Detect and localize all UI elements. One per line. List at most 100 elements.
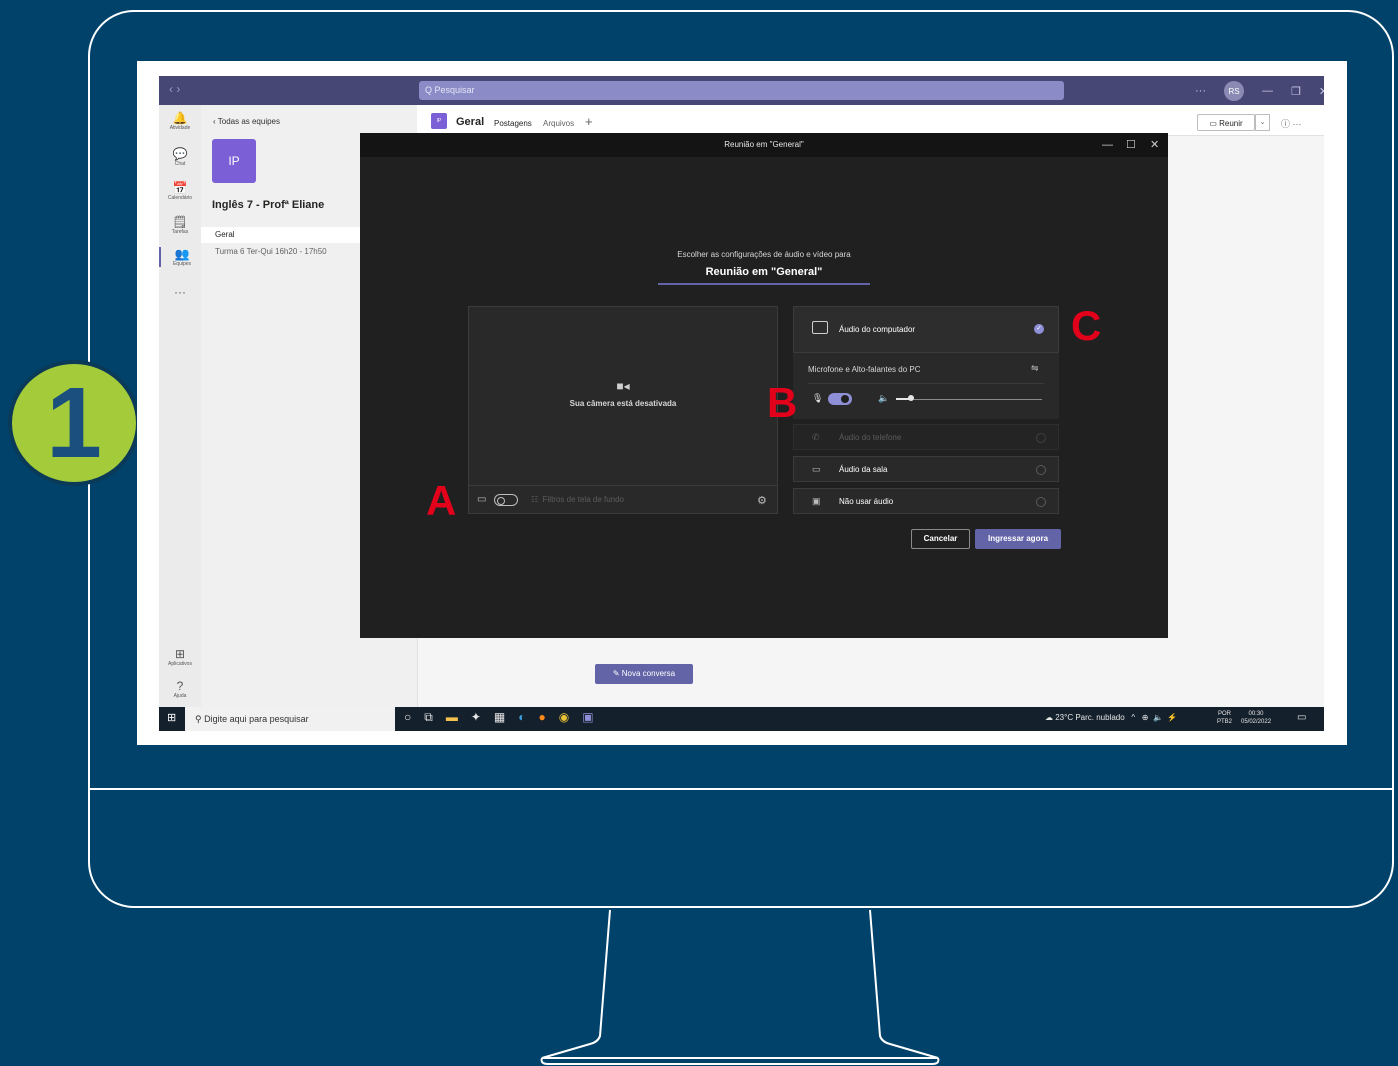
rail-item-equipes[interactable]: 👥 Equipes (159, 247, 203, 267)
teams-icon: 👥 (174, 247, 190, 261)
avatar[interactable]: RS (1224, 81, 1244, 101)
minimize-icon[interactable]: — (1262, 85, 1273, 97)
marker-b: B (767, 379, 798, 426)
meet-dropdown-button[interactable]: ⌄ (1255, 114, 1270, 131)
audio-device-label[interactable]: Microfone e Alto-falantes do PC (808, 365, 921, 374)
teams-taskbar-icon[interactable]: ▣ (582, 710, 593, 725)
chat-icon: 💬 (172, 147, 188, 161)
rail-item-ajuda[interactable]: ? Ajuda (159, 679, 201, 699)
weather-text[interactable]: 23°C Parc. nublado (1055, 713, 1124, 722)
nav-arrows[interactable]: ‹ › (169, 82, 180, 96)
app-rail: 🔔 Atividade 💬 Chat 📅 Calendário 🗒 Tarefas 👥 E… (159, 105, 201, 707)
camera-toggle-knob (497, 497, 505, 505)
radio-phone (1036, 433, 1046, 443)
new-conversation-button[interactable]: ✎ Nova conversa (595, 664, 693, 684)
chrome-icon[interactable]: ◉ (559, 710, 569, 725)
marker-c: C (1071, 302, 1102, 349)
close-icon[interactable]: ✕ (1319, 85, 1324, 98)
dialog-restore-icon[interactable]: ☐ (1126, 133, 1136, 157)
add-tab-button[interactable]: + (585, 114, 593, 129)
step-badge: 1 (8, 360, 140, 486)
no-audio-icon: ▣ (812, 496, 821, 506)
meet-button[interactable]: ▭ Reunir (1197, 114, 1255, 131)
volume-slider-handle[interactable] (908, 395, 914, 401)
edge-icon[interactable]: ◐ (518, 710, 525, 725)
audio-option-room[interactable]: ▭ Áudio da sala (793, 456, 1059, 482)
monitor-stand (540, 909, 940, 1065)
microphone-icon: 🎙 (812, 393, 824, 403)
channel-header: IP Geral Postagens Arquivos + ▭ Reunir ⌄… (417, 105, 1324, 136)
bell-icon: 🔔 (172, 111, 188, 125)
firefox-icon[interactable]: ● (538, 710, 545, 725)
gear-icon[interactable]: ⚙ (757, 494, 767, 507)
tab-postagens[interactable]: Postagens (494, 119, 532, 128)
join-now-button[interactable]: Ingressar agora (975, 529, 1061, 549)
audio-option-computer[interactable]: Áudio do computador ✓ (793, 306, 1059, 353)
window-controls: ··· RS — ❐ ✕ (1195, 81, 1324, 101)
rail-item-chat[interactable]: 💬 Chat (159, 147, 201, 167)
dialog-close-icon[interactable]: ✕ (1150, 133, 1159, 157)
more-icon: ··· (174, 285, 186, 299)
rail-item-atividade[interactable]: 🔔 Atividade (159, 111, 201, 131)
app-icon[interactable]: ✦ (471, 710, 481, 725)
camera-toggle[interactable] (494, 494, 518, 506)
rail-item-calendario[interactable]: 📅 Calendário (159, 181, 201, 201)
dialog-minimize-icon[interactable]: — (1102, 133, 1113, 157)
no-audio-label: Não usar áudio (839, 497, 894, 506)
channel-title: Geral (456, 116, 485, 128)
tasks-icon: 🗒 (172, 215, 188, 229)
team-avatar: IP (212, 139, 256, 183)
rail-item-aplicativos[interactable]: ⊞ Aplicativos (159, 647, 201, 667)
windows-start-icon[interactable]: ⊞ (167, 711, 176, 724)
info-more-icons[interactable]: ⓘ ··· (1281, 117, 1302, 130)
audio-device-settings: Microfone e Alto-falantes do PC ⇋ 🎙 🔈 (793, 353, 1059, 419)
volume-slider[interactable] (896, 399, 1042, 400)
computer-audio-icon (812, 321, 828, 334)
radio-none (1036, 497, 1046, 507)
help-icon: ? (176, 679, 184, 693)
taskbar-apps: ○ ⧉ ▬ ✦ ▦ ◐ ● ◉ ▣ (404, 710, 594, 725)
calendar-icon: 📅 (172, 181, 188, 195)
more-icon[interactable]: ··· (1195, 85, 1206, 97)
device-settings-icon[interactable]: ⇋ (1031, 363, 1039, 374)
notification-icon[interactable]: ▭ (1297, 712, 1306, 723)
room-icon: ▭ (812, 464, 821, 474)
meeting-name: Reunião em "General" (658, 266, 870, 285)
team-name: Inglês 7 - Profª Eliane (212, 199, 325, 211)
audio-room-label: Áudio da sala (839, 465, 888, 474)
divider (808, 383, 1044, 384)
taskbar-search-input[interactable]: ⚲ Digite aqui para pesquisar (185, 707, 395, 731)
phone-icon: ✆ (812, 432, 820, 442)
search-input[interactable]: Q Pesquisar (419, 81, 1064, 100)
teams-topbar: ‹ › Q Pesquisar ··· RS — ❐ ✕ (159, 76, 1324, 105)
speaker-icon: 🔈 (878, 393, 890, 403)
audio-option-phone[interactable]: ✆ Áudio do telefone (793, 424, 1059, 450)
camera-icon: ▭ (477, 494, 487, 505)
file-explorer-icon[interactable]: ▬ (446, 710, 458, 725)
audio-computer-label: Áudio do computador (839, 325, 916, 334)
screen: ‹ › Q Pesquisar ··· RS — ❐ ✕ 🔔 Atividade … (159, 76, 1324, 731)
microphone-toggle-knob (841, 395, 849, 403)
apps-icon: ⊞ (174, 647, 186, 661)
restore-icon[interactable]: ❐ (1291, 85, 1301, 98)
rail-item-more[interactable]: ··· (159, 285, 201, 299)
dialog-titlebar: Reunião em "General" (360, 133, 1168, 157)
clock[interactable]: 00:30 05/02/2022 (1241, 710, 1271, 726)
microphone-toggle[interactable] (828, 393, 852, 405)
channel-avatar: IP (431, 113, 447, 129)
monitor-chin-line (90, 788, 1393, 790)
taskbar-tray: ☁ 23°C Parc. nublado ^ ⊕ 🔈 ⚡ (1045, 713, 1178, 722)
channel-turma[interactable]: Turma 6 Ter-Qui 16h20 - 17h50 (215, 247, 327, 256)
cancel-button[interactable]: Cancelar (911, 529, 970, 549)
language-indicator[interactable]: POR PTB2 (1217, 710, 1232, 726)
task-view-icon[interactable]: ⧉ (424, 710, 433, 725)
tab-arquivos[interactable]: Arquivos (543, 119, 574, 128)
camera-off-text: Sua câmera está desativada (569, 399, 677, 408)
background-filters-button[interactable]: ☷ Filtros de tela de fundo (531, 495, 624, 504)
audio-phone-label: Áudio do telefone (839, 433, 902, 442)
calculator-icon[interactable]: ▦ (494, 710, 505, 725)
cortana-icon[interactable]: ○ (404, 710, 411, 725)
rail-item-tarefas[interactable]: 🗒 Tarefas (159, 215, 201, 235)
audio-option-none[interactable]: ▣ Não usar áudio (793, 488, 1059, 514)
back-to-teams-link[interactable]: ‹ Todas as equipes (213, 117, 280, 126)
